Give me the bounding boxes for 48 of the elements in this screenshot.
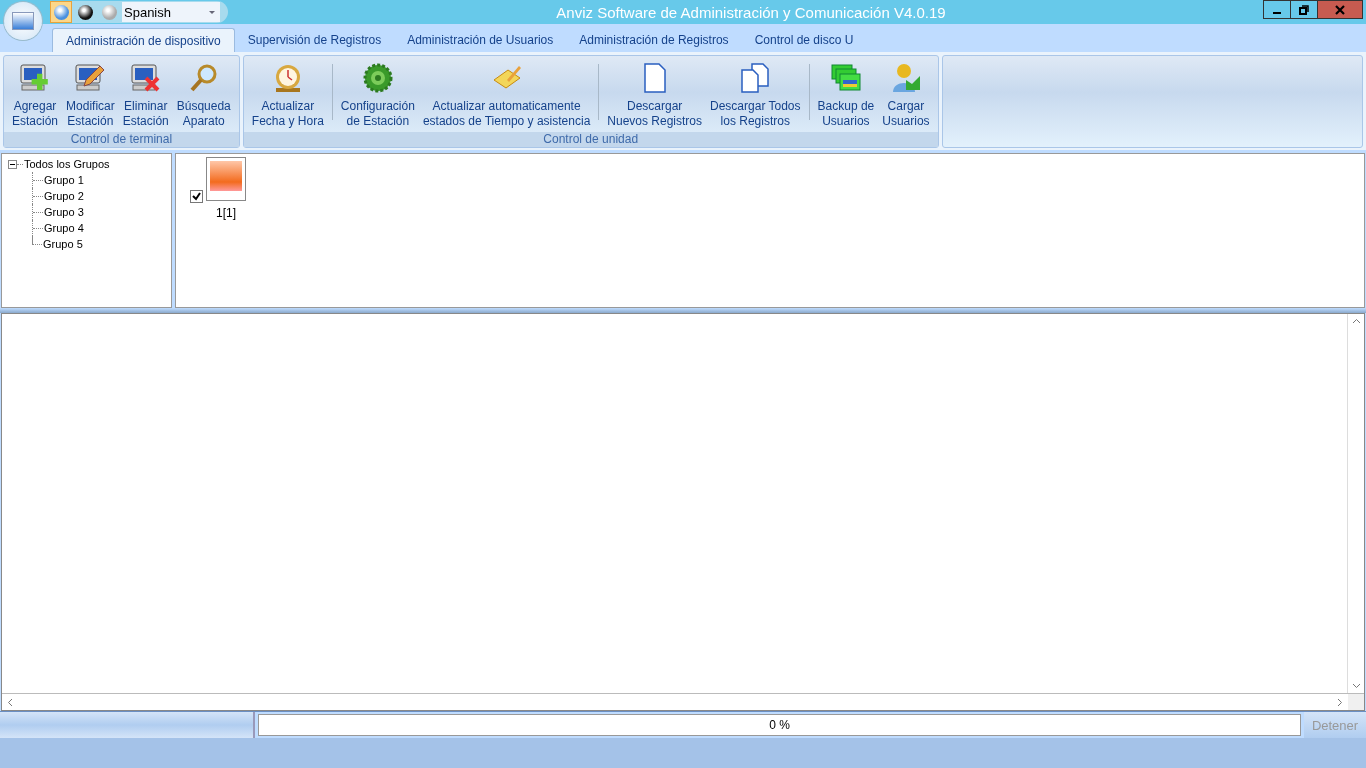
tree-item[interactable]: Grupo 4 [43,222,85,234]
checkbox[interactable] [190,190,203,203]
progress-reading: 0 % [769,718,790,732]
minimize-button[interactable] [1263,0,1291,19]
ribbon-button[interactable]: Eliminar Estación [118,56,173,132]
ribbon-tab[interactable]: Administración de Usuarios [394,28,567,52]
monitor-plus-icon [19,62,51,94]
ribbon-button[interactable]: Descargar Todos los Registros [706,56,805,132]
close-icon [1335,4,1345,15]
ribbon-button[interactable]: Actualizar automaticamente estados de Tiempo y asistencia [418,56,595,132]
ribbon-tab[interactable]: Administración de dispositivo [52,28,235,52]
ribbon-button[interactable]: Configuración de Estación [336,56,419,132]
ribbon-tab[interactable]: Control de disco U [741,28,867,52]
dropdown-caret-icon [208,9,216,15]
scroll-down-icon[interactable] [1351,683,1361,689]
ribbon-button[interactable]: Backup de Usuarios [813,56,879,132]
scrollbar-corner [1348,694,1364,710]
collapse-toggle[interactable] [8,159,17,169]
device-label: 1[1] [216,206,236,220]
tree-item[interactable]: Grupo 2 [43,190,85,202]
ribbon-button[interactable]: Descargar Nuevos Registros [603,56,707,132]
ribbon-tab[interactable]: Supervisión de Registros [234,28,395,52]
scroll-right-icon[interactable] [1337,697,1343,707]
scroll-left-icon[interactable] [7,697,13,707]
ribbon-button[interactable]: Modificar Estación [62,56,119,132]
monitor-pencil-icon [74,62,107,94]
ribbon-button[interactable]: Cargar Usuarios [878,56,934,132]
gear-icon [361,62,394,94]
tree-item[interactable]: Grupo 5 [42,238,84,250]
tree-item[interactable]: Grupo 3 [43,206,85,218]
ribbon-button[interactable]: Actualizar Fecha y Hora [247,56,328,132]
close-button[interactable] [1317,0,1363,19]
language-dropdown[interactable]: Spanish [122,2,220,22]
documents-icon [739,62,772,94]
ribbon-button[interactable]: Agregar Estación [8,56,63,132]
window-title: Anviz Software de Administración y Comunicación V4.0.19 [555,3,947,21]
scroll-up-icon[interactable] [1351,318,1361,324]
minimize-icon [1273,11,1281,14]
restore-icon [1299,4,1309,15]
cards-icon [829,62,862,94]
app-menu-button[interactable] [4,2,42,40]
tree-item[interactable]: Grupo 1 [43,174,85,186]
group-title: Control de unidad [243,132,938,147]
monitor-cross-icon [129,62,162,94]
group-title: Control de terminal [4,132,239,147]
ribbon-tab[interactable]: Administración de Registros [566,28,742,52]
tree-item[interactable]: Todos los Grupos [23,158,111,170]
ribbon-button[interactable]: Búsqueda Aparato [172,56,235,132]
